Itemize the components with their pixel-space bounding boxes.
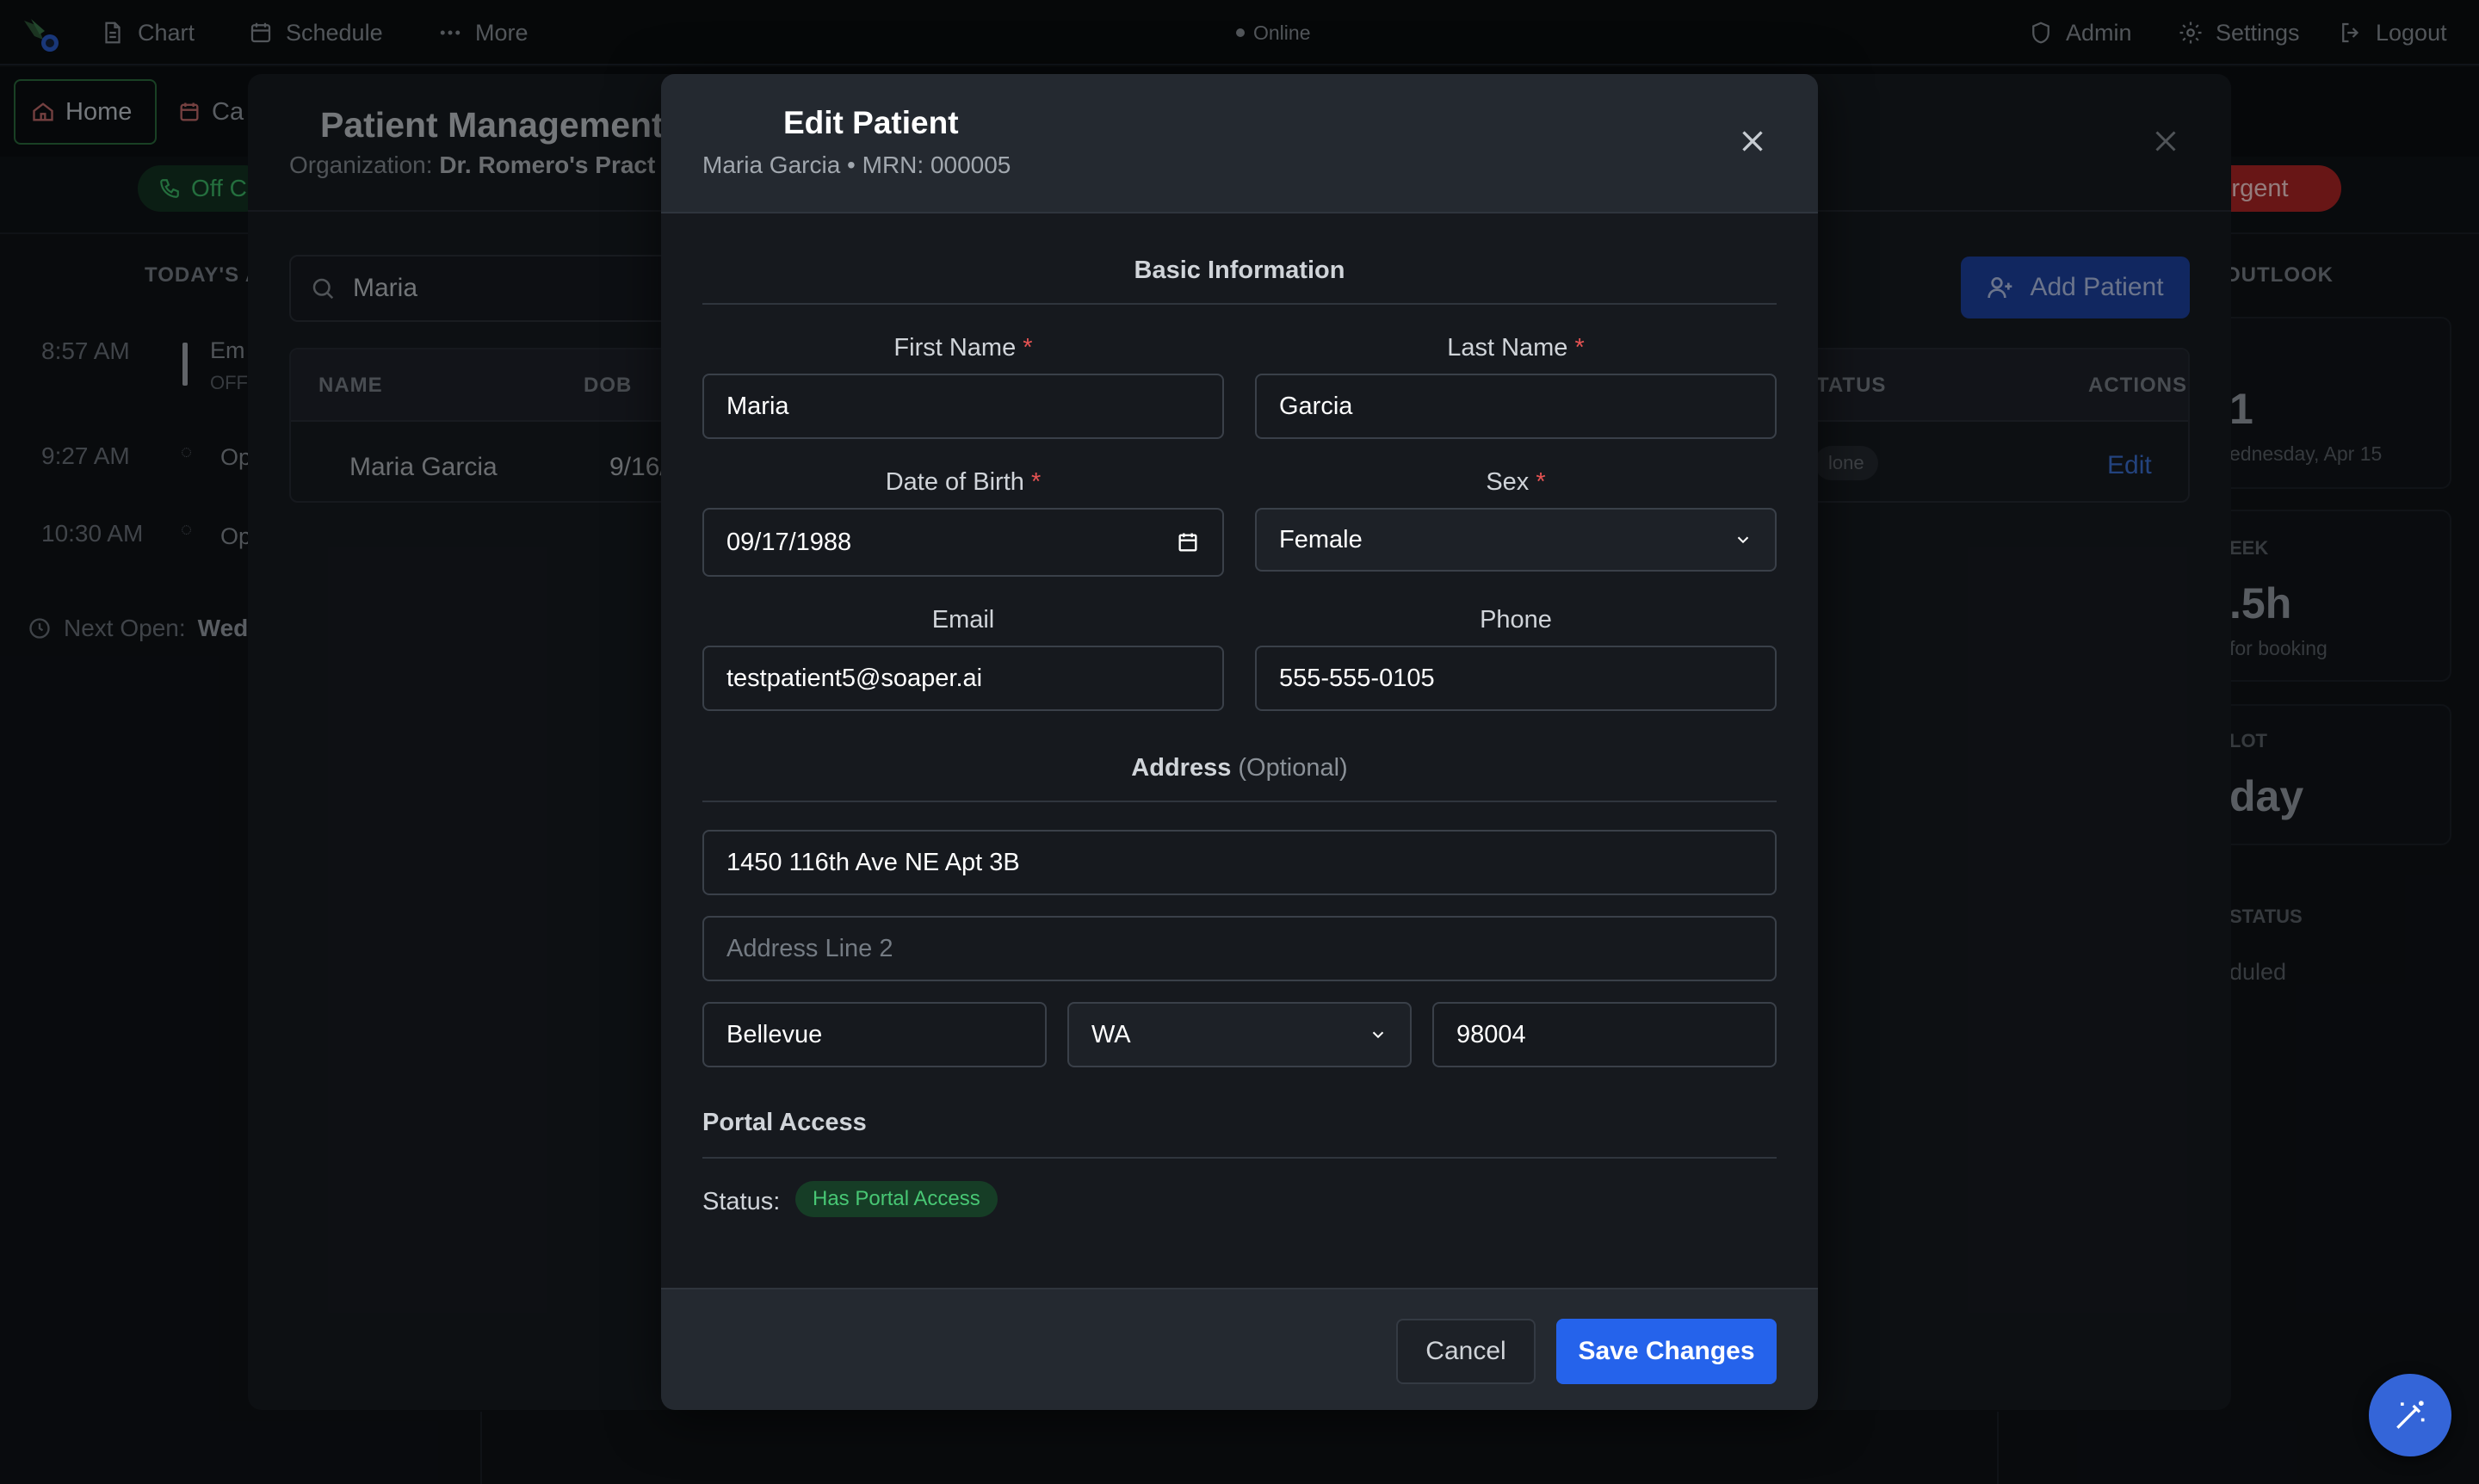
edit-patient-modal: Edit Patient Maria Garcia • MRN: 000005 … [661, 74, 1818, 1410]
address-line2-field[interactable]: Address Line 2 [702, 916, 1777, 981]
email-label: Email [931, 606, 995, 634]
state-value: WA [1091, 1020, 1131, 1048]
basic-info-title: Basic Information [1134, 257, 1345, 284]
state-select[interactable]: WA [1067, 1002, 1412, 1067]
section-divider [702, 303, 1777, 305]
first-name-label: First Name * [702, 334, 1224, 362]
required-mark: * [1023, 334, 1033, 362]
save-changes-button[interactable]: Save Changes [1556, 1319, 1777, 1384]
address-optional: (Optional) [1238, 754, 1348, 782]
dob-field[interactable]: 09/17/1988 [702, 508, 1224, 577]
phone-label: Phone [1480, 606, 1552, 634]
ep-header: Edit Patient Maria Garcia • MRN: 000005 [661, 74, 1818, 213]
modal-footer: Cancel Save Changes [661, 1288, 1818, 1410]
address-title: Address (Optional) [702, 754, 1777, 782]
modal-title: Edit Patient [783, 105, 959, 140]
cancel-button[interactable]: Cancel [1396, 1319, 1536, 1384]
ai-assistant-button[interactable] [2369, 1374, 2451, 1456]
portal-access-title: Portal Access [702, 1109, 867, 1136]
last-name-field[interactable]: Garcia [1255, 374, 1777, 439]
magic-wand-icon [2396, 1401, 2425, 1429]
close-icon[interactable] [1737, 126, 1768, 157]
required-mark: * [1536, 468, 1546, 496]
sex-select[interactable]: Female [1255, 508, 1777, 572]
portal-status-badge: Has Portal Access [795, 1181, 998, 1217]
chevron-down-icon [1372, 1031, 1384, 1039]
required-mark: * [1030, 468, 1042, 496]
first-name-label-text: First Name [893, 334, 1017, 362]
city-field[interactable]: Bellevue [702, 1002, 1047, 1067]
address-title-text: Address [1131, 754, 1232, 782]
chevron-down-icon [1737, 536, 1749, 544]
dob-label-text: Date of Birth [885, 468, 1024, 496]
zip-field[interactable]: 98004 [1432, 1002, 1777, 1067]
required-mark: * [1574, 334, 1585, 362]
dob-label: Date of Birth * [702, 468, 1224, 497]
last-name-label: Last Name * [1255, 334, 1777, 362]
address-line1-field[interactable]: 1450 116th Ave NE Apt 3B [702, 830, 1777, 895]
portal-status-label: Status: [702, 1188, 781, 1215]
first-name-field[interactable]: Maria [702, 374, 1224, 439]
section-divider [702, 801, 1777, 802]
phone-field[interactable]: 555-555-0105 [1255, 646, 1777, 711]
email-field[interactable]: testpatient5@soaper.ai [702, 646, 1224, 711]
sex-label-text: Sex [1486, 468, 1530, 496]
sex-label: Sex * [1255, 468, 1777, 497]
dob-value: 09/17/1988 [726, 528, 852, 556]
calendar-icon[interactable] [1176, 530, 1200, 554]
modal-subtitle: Maria Garcia • MRN: 000005 [702, 151, 1011, 178]
section-divider [702, 1157, 1777, 1159]
last-name-label-text: Last Name [1447, 334, 1568, 362]
sex-value: Female [1279, 525, 1363, 553]
